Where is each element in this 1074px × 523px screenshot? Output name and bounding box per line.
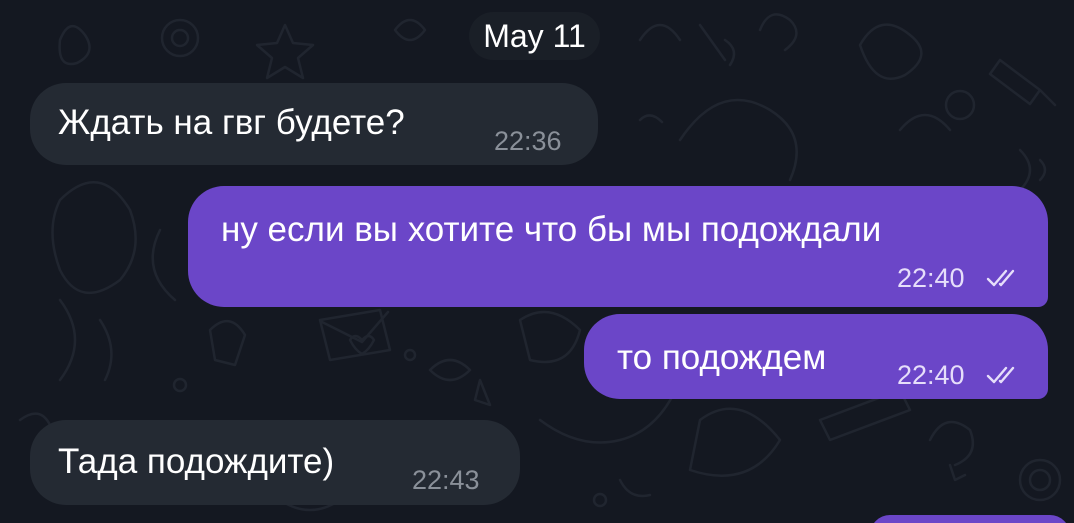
next-message-edge xyxy=(870,515,1070,523)
message-time: 22:43 xyxy=(412,465,480,495)
message-text: Тада подождите) xyxy=(58,442,335,481)
message-bubble-incoming[interactable]: Ждать на гвг будете? 22:36 xyxy=(30,83,598,165)
double-check-icon xyxy=(986,269,1015,287)
double-check-icon xyxy=(986,366,1015,384)
message-text: Ждать на гвг будете? xyxy=(58,103,405,142)
message-time: 22:36 xyxy=(494,126,562,156)
date-separator: May 11 xyxy=(469,12,600,60)
message-bubble-incoming[interactable]: Тада подождите) 22:43 xyxy=(30,420,520,505)
message-text: то подождем xyxy=(617,338,827,377)
message-text: ну если вы хотите что бы мы подождали xyxy=(221,210,882,249)
message-bubble-outgoing[interactable]: ну если вы хотите что бы мы подождали 22… xyxy=(188,186,1048,307)
message-time: 22:40 xyxy=(897,263,965,293)
message-time: 22:40 xyxy=(897,360,965,390)
message-bubble-outgoing[interactable]: то подождем 22:40 xyxy=(584,314,1048,399)
chat-view[interactable]: May 11 Ждать на гвг будете? 22:36 ну есл… xyxy=(0,0,1074,523)
